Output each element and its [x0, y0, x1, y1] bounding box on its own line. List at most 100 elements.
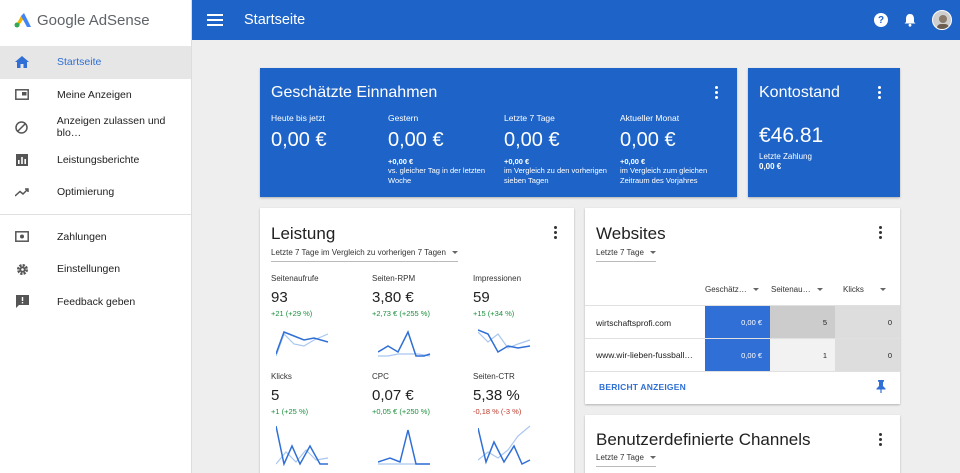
sidebar-item-feedback[interactable]: Feedback geben: [0, 286, 191, 319]
sidebar-item-zahlungen[interactable]: Zahlungen: [0, 221, 191, 254]
table-cell-earnings: 0,00 €: [705, 306, 770, 338]
sidebar-divider: [0, 213, 191, 215]
avatar[interactable]: [932, 10, 952, 30]
earnings-more-icon[interactable]: [715, 86, 719, 99]
metric-delta: +15 (+34 %): [473, 309, 515, 318]
cpc-sparkline: [378, 429, 430, 465]
page-ctr-sparkline: [478, 425, 531, 466]
dropdown-label: Letzte 7 Tage im Vergleich zu vorherigen…: [271, 248, 446, 257]
column-header-clicks[interactable]: Klicks: [843, 285, 886, 294]
payment-icon: [14, 229, 30, 245]
sidebar-item-leistungsberichte[interactable]: Leistungsberichte: [0, 144, 191, 177]
top-app-bar: Startseite ?: [192, 0, 960, 40]
websites-range-dropdown[interactable]: Letzte 7 Tage: [596, 248, 656, 262]
ad-unit-icon: [14, 87, 30, 103]
home-icon: [14, 54, 30, 70]
metric-delta: +21 (+29 %): [271, 309, 313, 318]
clicks-sparkline: [276, 425, 329, 466]
earnings-note: vs. gleicher Tag in der letzten Woche: [388, 166, 485, 185]
performance-range-dropdown[interactable]: Letzte 7 Tage im Vergleich zu vorherigen…: [271, 248, 458, 262]
metric-label: Impressionen: [473, 274, 522, 283]
sidebar-item-label: Zahlungen: [57, 230, 107, 243]
earnings-delta: +0,00 €: [504, 157, 530, 166]
chevron-down-icon: [451, 251, 458, 254]
websites-more-icon[interactable]: [879, 226, 883, 239]
dropdown-label: Letzte 7 Tage: [596, 248, 644, 257]
metric-pageviews[interactable]: Seitenaufrufe 93 +21 (+29 %): [271, 274, 361, 318]
table-cell-earnings: 0,00 €: [705, 339, 770, 371]
sidebar-item-label: Optimierung: [57, 186, 115, 199]
sidebar-item-label: Einstellungen: [57, 263, 121, 276]
logo-text: Google AdSense: [37, 11, 150, 29]
metric-delta: +0,05 € (+250 %): [372, 407, 430, 416]
earnings-value: 0,00 €: [504, 129, 560, 151]
notifications-bell-icon[interactable]: [903, 13, 917, 27]
column-header-label: Geschätz…: [705, 285, 747, 294]
metric-value: 0,07 €: [372, 387, 414, 404]
help-icon[interactable]: ?: [874, 13, 888, 27]
earnings-label: Aktueller Monat: [620, 113, 680, 123]
sort-icon: [879, 288, 886, 291]
pageviews-sparkline: [276, 331, 329, 357]
sidebar-item-optimierung[interactable]: Optimierung: [0, 176, 191, 209]
site-name[interactable]: wirtschaftsprofi.com: [596, 318, 671, 328]
metric-delta: +1 (+25 %): [271, 407, 309, 416]
sidebar-item-einstellungen[interactable]: Einstellungen: [0, 253, 191, 286]
metric-page-rpm[interactable]: Seiten-RPM 3,80 € +2,73 € (+255 %): [372, 274, 462, 318]
trending-up-icon: [14, 184, 30, 200]
metric-value: 5,38 %: [473, 387, 520, 404]
websites-title: Websites: [596, 224, 666, 243]
metric-page-ctr[interactable]: Seiten-CTR 5,38 % -0,18 % (-3 %): [473, 372, 563, 416]
earnings-column-today: Heute bis jetzt 0,00 €: [271, 113, 386, 152]
table-cell-clicks: 0: [835, 339, 900, 371]
sidebar-item-label: Feedback geben: [57, 295, 136, 308]
metric-delta: -0,18 % (-3 %): [473, 407, 522, 416]
channels-title: Benutzerdefinierte Channels: [596, 430, 811, 449]
account-balance-card: Kontostand €46.81 Letzte Zahlung 0,00 €: [748, 68, 900, 197]
metric-cpc[interactable]: CPC 0,07 € +0,05 € (+250 %): [372, 372, 462, 416]
impressions-sparkline: [478, 329, 531, 354]
metric-value: 59: [473, 289, 490, 306]
metric-clicks[interactable]: Klicks 5 +1 (+25 %): [271, 372, 361, 416]
earnings-column-yesterday: Gestern 0,00 € +0,00 € vs. gleicher Tag …: [388, 113, 503, 186]
column-header-earnings[interactable]: Geschätz…: [705, 285, 759, 294]
hamburger-menu-icon[interactable]: [207, 14, 223, 26]
earnings-delta: +0,00 €: [388, 157, 414, 166]
earnings-title: Geschätzte Einnahmen: [271, 84, 438, 101]
custom-channels-card: Benutzerdefinierte Channels Letzte 7 Tag…: [585, 415, 900, 473]
performance-more-icon[interactable]: [554, 226, 558, 239]
metric-label: CPC: [372, 372, 389, 381]
balance-title: Kontostand: [759, 84, 840, 101]
sidebar-item-startseite[interactable]: Startseite: [0, 46, 191, 79]
balance-amount: €46.81: [759, 124, 824, 147]
metric-label: Seiten-RPM: [372, 274, 416, 283]
feedback-icon: [14, 294, 30, 310]
sidebar-item-anzeigen-zulassen[interactable]: Anzeigen zulassen und blo…: [0, 111, 191, 144]
performance-title: Leistung: [271, 224, 336, 243]
sort-icon: [752, 288, 759, 291]
estimated-earnings-card: Geschätzte Einnahmen Heute bis jetzt 0,0…: [260, 68, 737, 197]
view-report-button[interactable]: BERICHT ANZEIGEN: [599, 382, 686, 392]
table-divider: [585, 371, 900, 372]
help-glyph: ?: [877, 14, 885, 26]
site-name[interactable]: www.wir-lieben-fussball…: [596, 350, 693, 360]
page-rpm-sparkline: [378, 330, 431, 357]
channels-more-icon[interactable]: [879, 433, 883, 446]
column-header-label: Klicks: [843, 285, 864, 294]
performance-card: Leistung Letzte 7 Tage im Vergleich zu v…: [260, 208, 574, 473]
metric-value: 3,80 €: [372, 289, 414, 306]
earnings-note: im Vergleich zu den vorherigen sieben Ta…: [504, 166, 607, 185]
table-cell-clicks: 0: [835, 306, 900, 338]
balance-more-icon[interactable]: [878, 86, 882, 99]
earnings-delta: +0,00 €: [620, 157, 646, 166]
column-header-pageviews[interactable]: Seitenau…: [771, 285, 823, 294]
sidebar-item-meine-anzeigen[interactable]: Meine Anzeigen: [0, 79, 191, 112]
channels-range-dropdown[interactable]: Letzte 7 Tage: [596, 453, 656, 467]
metric-impressions[interactable]: Impressionen 59 +15 (+34 %): [473, 274, 563, 318]
sidebar: Google AdSense Startseite Meine Anzeigen…: [0, 0, 192, 473]
table-cell-pageviews: 5: [770, 306, 835, 338]
chevron-down-icon: [649, 456, 656, 459]
column-header-label: Seitenau…: [771, 285, 811, 294]
pin-icon[interactable]: [876, 380, 886, 398]
logo[interactable]: Google AdSense: [0, 0, 191, 40]
